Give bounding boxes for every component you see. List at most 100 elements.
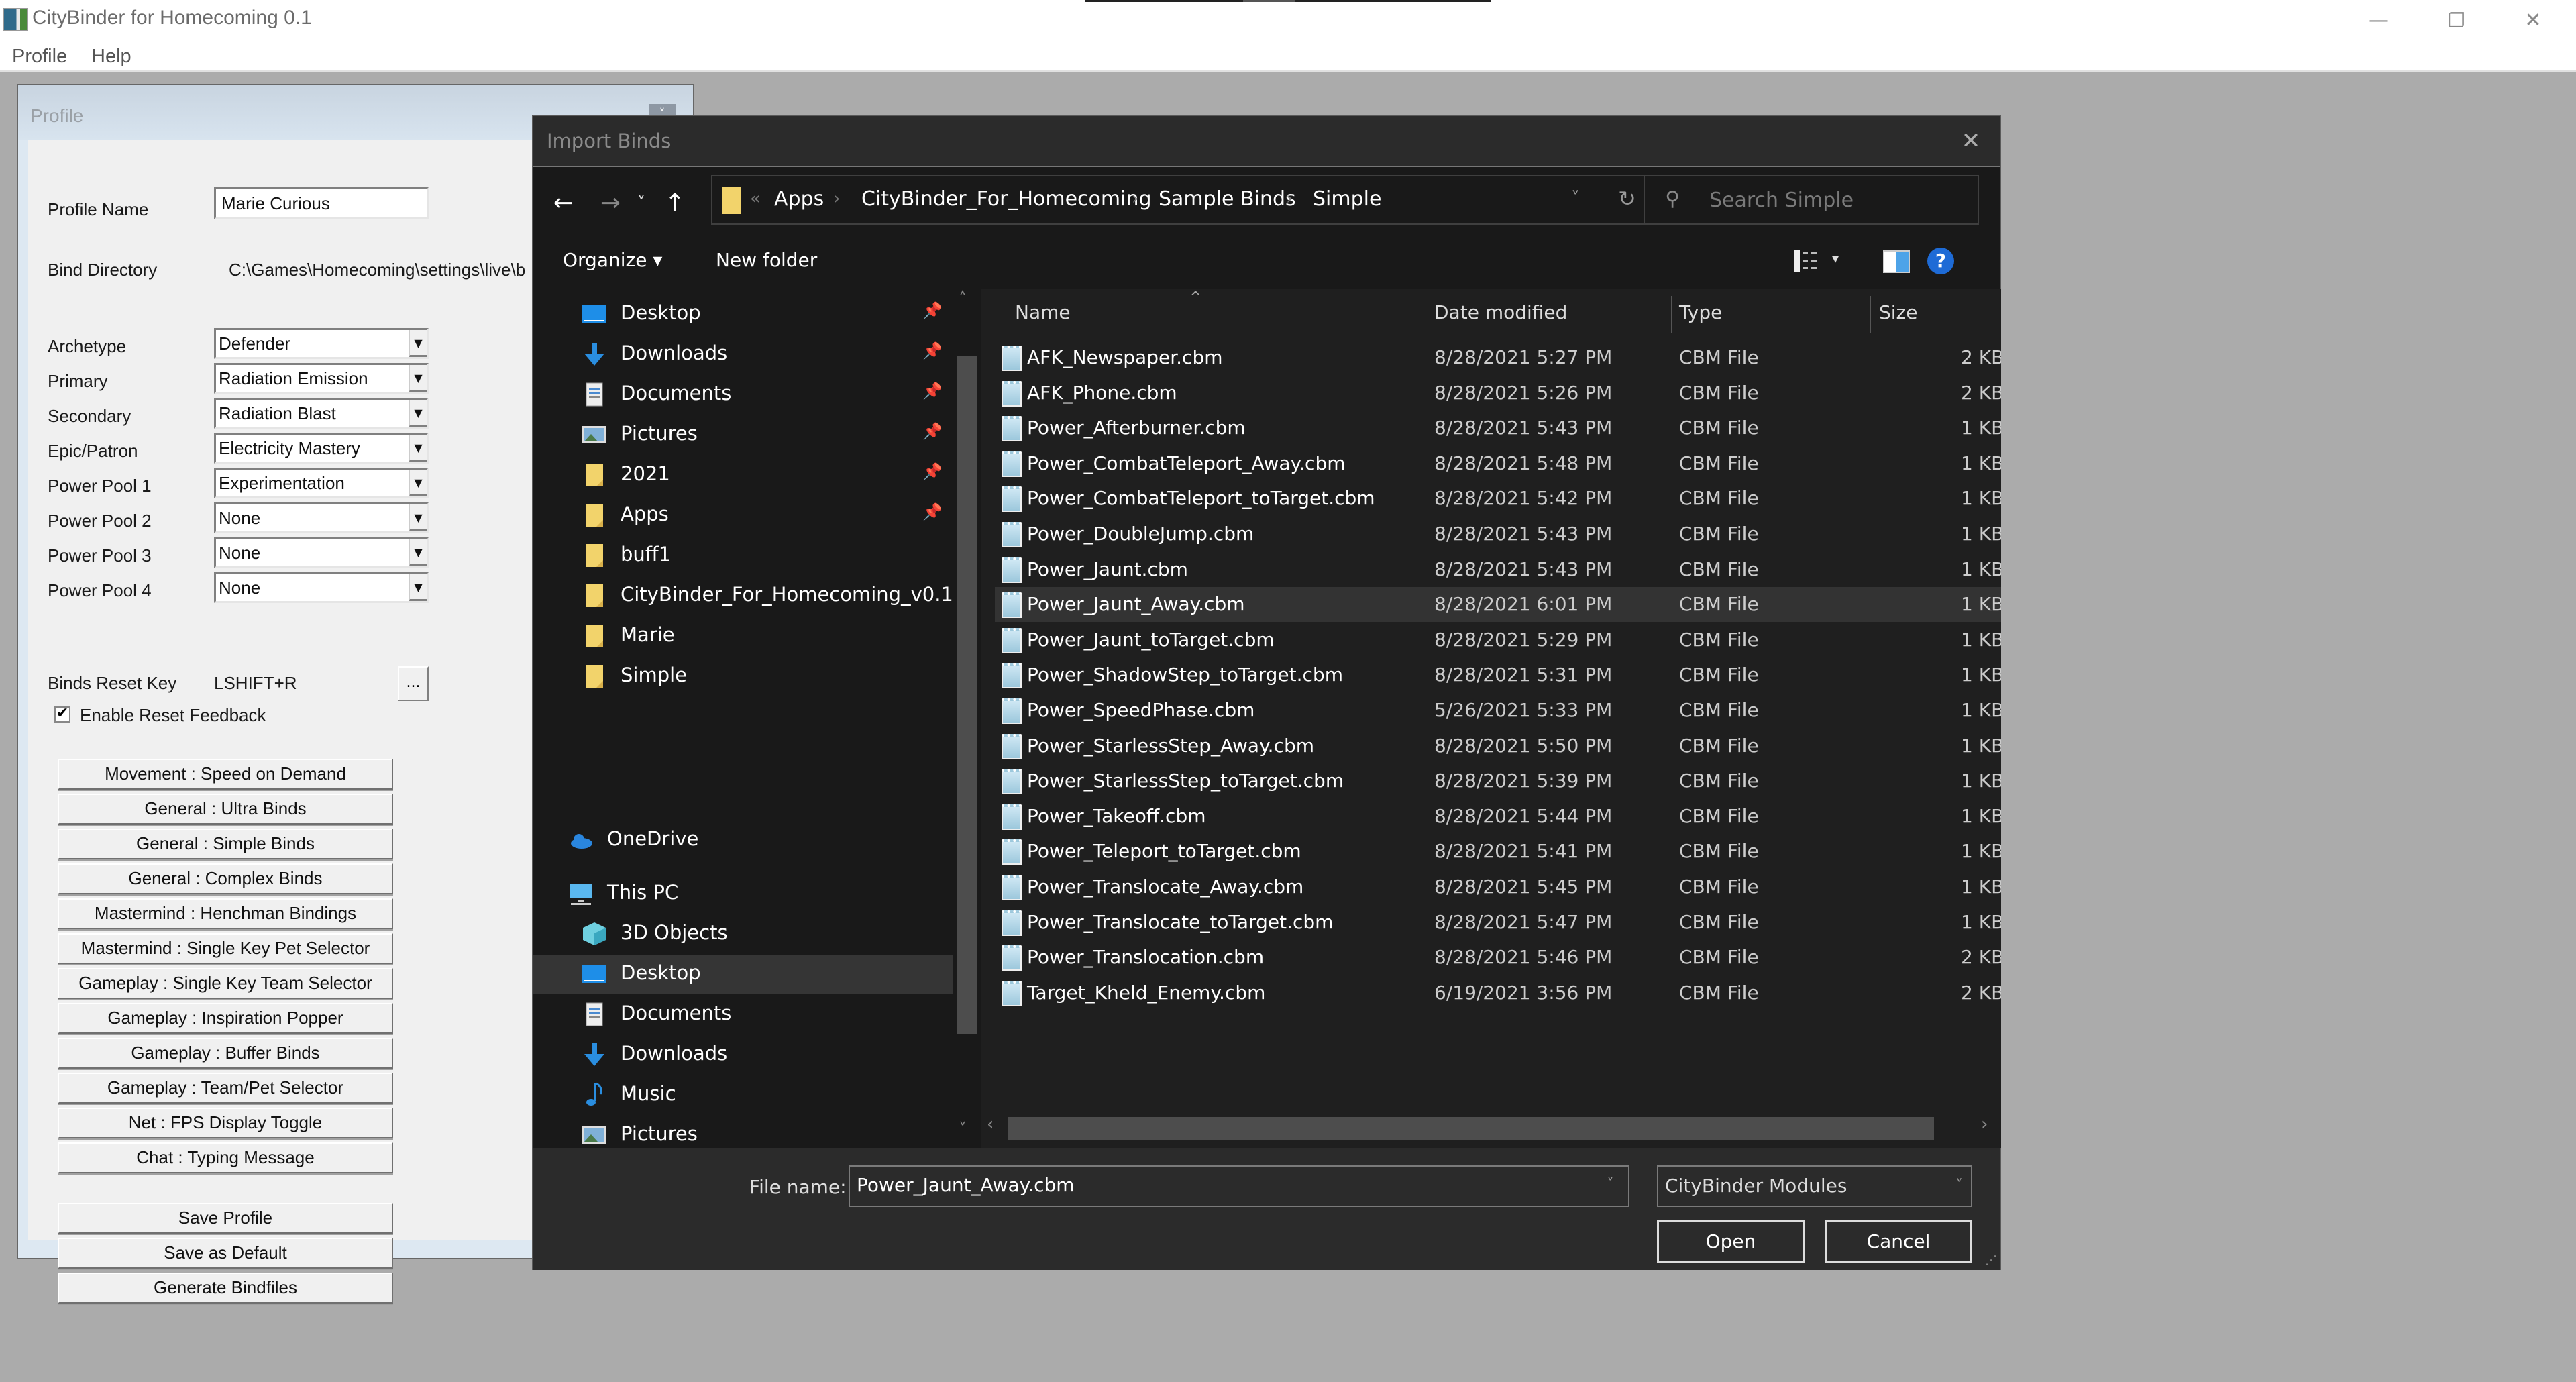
file-row[interactable]: Power_CombatTeleport_Away.cbm 8/28/2021 5… bbox=[995, 446, 2001, 481]
open-button[interactable]: Open bbox=[1657, 1220, 1805, 1263]
module-button-team-selector[interactable]: Gameplay : Single Key Team Selector bbox=[58, 968, 393, 999]
breadcrumb-separator[interactable]: › bbox=[1132, 189, 1138, 209]
pin-icon[interactable]: 📌 bbox=[922, 502, 943, 521]
nav-item-simple[interactable]: Simple bbox=[533, 657, 953, 696]
pin-icon[interactable]: 📌 bbox=[922, 301, 943, 320]
nav-item-pc-documents[interactable]: Documents bbox=[533, 995, 953, 1034]
file-row[interactable]: Power_Translocate_toTarget.cbm 8/28/2021 … bbox=[995, 905, 2001, 940]
nav-item-documents[interactable]: Documents 📌 bbox=[533, 375, 953, 414]
module-button-speed-on-demand[interactable]: Movement : Speed on Demand bbox=[58, 759, 393, 790]
pin-icon[interactable]: 📌 bbox=[922, 382, 943, 401]
column-header-date[interactable]: Date modified bbox=[1434, 301, 1567, 323]
view-options-dropdown[interactable]: ▾ bbox=[1832, 250, 1839, 266]
nav-pane-scrollbar[interactable]: ˄ ˅ bbox=[955, 289, 981, 1148]
power-pool-3-select[interactable]: None ▼ bbox=[214, 537, 429, 568]
file-row[interactable]: Power_Jaunt.cbm 8/28/2021 5:43 PM CBM File… bbox=[995, 552, 2001, 587]
breadcrumb-overflow[interactable]: « bbox=[750, 189, 761, 209]
choose-reset-key-button[interactable]: ... bbox=[398, 666, 429, 701]
horizontal-scrollbar[interactable]: ‹ › bbox=[981, 1109, 2001, 1147]
column-header-name[interactable]: Name bbox=[1015, 301, 1071, 323]
nav-item-2021[interactable]: 2021 📌 bbox=[533, 456, 953, 494]
module-button-fps-display-toggle[interactable]: Net : FPS Display Toggle bbox=[58, 1108, 393, 1138]
file-row[interactable]: Power_Translocation.cbm 8/28/2021 5:46 PM… bbox=[995, 940, 2001, 975]
new-folder-button[interactable]: New folder bbox=[716, 249, 817, 271]
file-row[interactable]: Power_StarlessStep_toTarget.cbm 8/28/2021… bbox=[995, 763, 2001, 798]
file-row[interactable]: Target_Kheld_Enemy.cbm 6/19/2021 3:56 PM C… bbox=[995, 975, 2001, 1010]
cancel-button[interactable]: Cancel bbox=[1825, 1220, 1972, 1263]
file-row[interactable]: AFK_Phone.cbm 8/28/2021 5:26 PM CBM File 2 … bbox=[995, 376, 2001, 411]
column-header-type[interactable]: Type bbox=[1679, 301, 1722, 323]
search-input[interactable]: ⚲ Search Simple bbox=[1644, 175, 1979, 225]
refresh-icon[interactable]: ↻ bbox=[1618, 186, 1636, 211]
scrollbar-thumb[interactable] bbox=[957, 356, 977, 1034]
archetype-select[interactable]: Defender ▼ bbox=[214, 328, 429, 359]
file-row[interactable]: Power_CombatTeleport_toTarget.cbm 8/28/20… bbox=[995, 481, 2001, 516]
module-button-henchman-bindings[interactable]: Mastermind : Henchman Bindings bbox=[58, 898, 393, 929]
nav-item-pc-music[interactable]: Music bbox=[533, 1075, 953, 1114]
module-button-pet-selector[interactable]: Mastermind : Single Key Pet Selector bbox=[58, 933, 393, 964]
nav-item-pictures[interactable]: Pictures 📌 bbox=[533, 415, 953, 454]
back-arrow-icon[interactable]: ← bbox=[548, 183, 579, 223]
enable-reset-feedback-checkbox[interactable]: ✔ bbox=[54, 706, 70, 723]
breadcrumb-citybinder[interactable]: CityBinder_For_Homecoming bbox=[861, 187, 1152, 211]
nav-item-marie[interactable]: Marie bbox=[533, 617, 953, 655]
module-button-typing-message[interactable]: Chat : Typing Message bbox=[58, 1142, 393, 1173]
recent-locations-icon[interactable]: ˅ bbox=[631, 183, 651, 223]
file-row[interactable]: Power_Teleport_toTarget.cbm 8/28/2021 5:4… bbox=[995, 834, 2001, 869]
breadcrumb-apps[interactable]: Apps bbox=[774, 187, 824, 211]
file-row[interactable]: Power_StarlessStep_Away.cbm 8/28/2021 5:5… bbox=[995, 729, 2001, 763]
module-button-simple-binds[interactable]: General : Simple Binds bbox=[58, 829, 393, 859]
nav-item-apps[interactable]: Apps 📌 bbox=[533, 496, 953, 535]
resize-grip-icon[interactable]: ⋰ bbox=[1985, 1253, 1997, 1267]
nav-item-pc-desktop[interactable]: Desktop bbox=[533, 955, 953, 994]
file-type-filter-select[interactable]: CityBinder Modules ˅ bbox=[1657, 1165, 1972, 1207]
details-view-icon[interactable] bbox=[1794, 250, 1819, 272]
file-name-dropdown-icon[interactable]: ˅ bbox=[1607, 1176, 1614, 1193]
scroll-down-icon[interactable]: ˅ bbox=[959, 1120, 967, 1138]
file-row[interactable]: Power_DoubleJump.cbm 8/28/2021 5:43 PM CBM… bbox=[995, 517, 2001, 551]
nav-item-pc-3d-objects[interactable]: 3D Objects bbox=[533, 914, 953, 953]
breadcrumb-sample-binds[interactable]: Sample Binds bbox=[1159, 187, 1296, 211]
module-button-team-pet-selector[interactable]: Gameplay : Team/Pet Selector bbox=[58, 1073, 393, 1104]
primary-select[interactable]: Radiation Emission ▼ bbox=[214, 363, 429, 394]
nav-item-citybinder-for-homecoming-v0-1[interactable]: CityBinder_For_Homecoming_v0.1 bbox=[533, 576, 953, 615]
file-row[interactable]: Power_SpeedPhase.cbm 5/26/2021 5:33 PM CBM… bbox=[995, 693, 2001, 728]
help-icon[interactable]: ? bbox=[1927, 248, 1954, 274]
preview-pane-icon[interactable] bbox=[1883, 250, 1910, 273]
save-profile-button[interactable]: Save Profile bbox=[58, 1203, 393, 1234]
scroll-up-icon[interactable]: ˄ bbox=[959, 289, 967, 308]
nav-item-downloads[interactable]: Downloads 📌 bbox=[533, 335, 953, 374]
pin-icon[interactable]: 📌 bbox=[922, 422, 943, 441]
pin-icon[interactable]: 📌 bbox=[922, 462, 943, 481]
dialog-close-icon[interactable]: ✕ bbox=[1955, 125, 1986, 156]
column-header-size[interactable]: Size bbox=[1879, 301, 1917, 323]
module-button-inspiration-popper[interactable]: Gameplay : Inspiration Popper bbox=[58, 1003, 393, 1034]
close-button[interactable]: ✕ bbox=[2500, 4, 2567, 38]
restore-button[interactable]: ❐ bbox=[2423, 4, 2490, 38]
module-button-buffer-binds[interactable]: Gameplay : Buffer Binds bbox=[58, 1038, 393, 1069]
secondary-select[interactable]: Radiation Blast ▼ bbox=[214, 398, 429, 429]
breadcrumb-separator[interactable]: › bbox=[833, 189, 840, 209]
generate-bindfiles-button[interactable]: Generate Bindfiles bbox=[58, 1273, 393, 1304]
forward-arrow-icon[interactable]: → bbox=[595, 183, 626, 223]
address-dropdown-icon[interactable]: ˅ bbox=[1571, 189, 1580, 209]
module-button-complex-binds[interactable]: General : Complex Binds bbox=[58, 863, 393, 894]
scrollbar-thumb[interactable] bbox=[1008, 1117, 1934, 1140]
file-row[interactable]: Power_Translocate_Away.cbm 8/28/2021 5:45… bbox=[995, 869, 2001, 904]
power-pool-1-select[interactable]: Experimentation ▼ bbox=[214, 468, 429, 498]
nav-item-pc-downloads[interactable]: Downloads bbox=[533, 1035, 953, 1074]
scroll-right-icon[interactable]: › bbox=[1981, 1114, 1988, 1134]
menu-help[interactable]: Help bbox=[91, 43, 131, 70]
nav-item-desktop[interactable]: Desktop 📌 bbox=[533, 295, 953, 333]
file-row[interactable]: Power_Afterburner.cbm 8/28/2021 5:43 PM CB… bbox=[995, 411, 2001, 445]
pin-icon[interactable]: 📌 bbox=[922, 341, 943, 360]
power-pool-2-select[interactable]: None ▼ bbox=[214, 502, 429, 533]
organize-button[interactable]: Organize ▾ bbox=[563, 249, 662, 271]
save-as-default-button[interactable]: Save as Default bbox=[58, 1238, 393, 1269]
file-row[interactable]: Power_ShadowStep_toTarget.cbm 8/28/2021 5… bbox=[995, 657, 2001, 692]
minimize-button[interactable]: — bbox=[2345, 4, 2412, 38]
nav-item-buff1[interactable]: buff1 bbox=[533, 536, 953, 575]
epic-patron-select[interactable]: Electricity Mastery ▼ bbox=[214, 433, 429, 464]
address-bar[interactable]: « Apps › CityBinder_For_Homecoming › Sam… bbox=[711, 175, 1664, 225]
file-row[interactable]: Power_Jaunt_Away.cbm 8/28/2021 6:01 PM CBM… bbox=[995, 587, 2001, 623]
